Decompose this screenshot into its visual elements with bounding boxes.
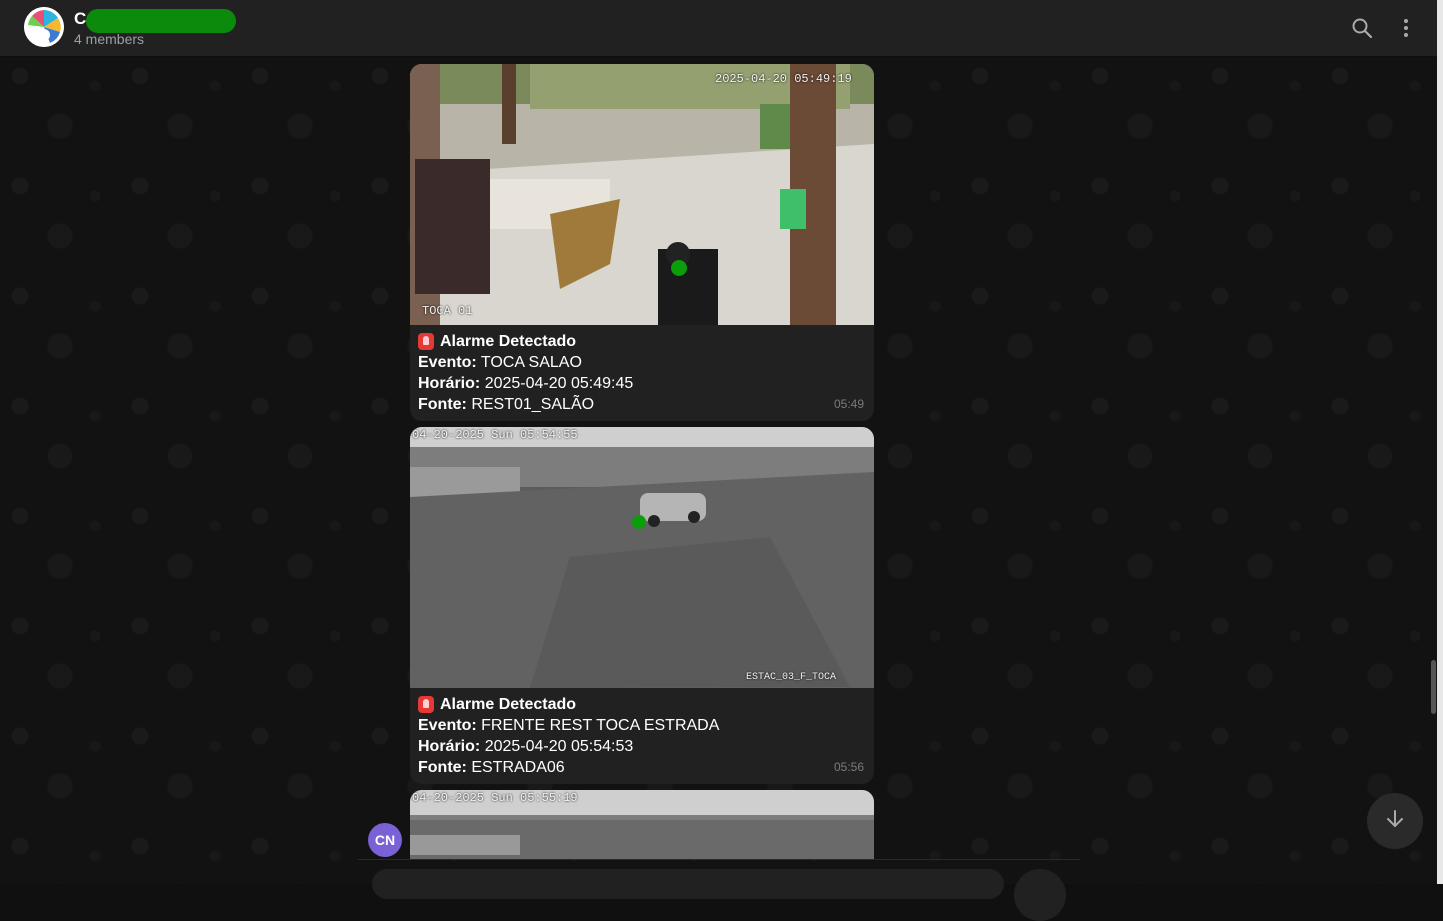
alarm-heading: Alarme Detectado bbox=[440, 696, 577, 713]
chat-title[interactable]: C bbox=[74, 9, 86, 29]
composer-divider bbox=[358, 859, 1080, 860]
arrow-down-icon bbox=[1384, 808, 1406, 835]
sender-avatar[interactable]: CN bbox=[368, 823, 402, 857]
alarm-heading: Alarme Detectado bbox=[440, 333, 577, 350]
event-value: TOCA SALAO bbox=[480, 354, 582, 371]
search-icon[interactable] bbox=[1348, 14, 1376, 42]
source-value: REST01_SALÃO bbox=[471, 396, 595, 413]
message-bubble[interactable]: 04-20-2025 Sun 05:55:19 bbox=[410, 790, 874, 860]
title-redaction bbox=[86, 9, 236, 33]
camera-timestamp: 04-20-2025 Sun 05:55:19 bbox=[412, 791, 578, 805]
siren-icon bbox=[418, 696, 434, 713]
event-value: FRENTE REST TOCA ESTRADA bbox=[481, 717, 720, 734]
message-bubble[interactable]: 2025-04-20 05:49:19 TOCA 01 Alarme Detec… bbox=[410, 64, 874, 421]
source-value: ESTRADA06 bbox=[471, 759, 565, 776]
time-label: Horário: bbox=[418, 375, 481, 392]
source-label: Fonte: bbox=[418, 396, 467, 413]
camera-label: ESTAC_03_F_TOCA bbox=[746, 672, 837, 683]
event-label: Evento: bbox=[418, 354, 477, 371]
chat-header[interactable]: C 4 members bbox=[0, 0, 1437, 57]
message-caption: Alarme Detectado Evento: FRENTE REST TOC… bbox=[410, 688, 874, 784]
event-label: Evento: bbox=[418, 717, 477, 734]
source-label: Fonte: bbox=[418, 759, 467, 776]
message-caption: Alarme Detectado Evento: TOCA SALAO Horá… bbox=[410, 325, 874, 421]
window-edge bbox=[1437, 0, 1443, 884]
camera-snapshot[interactable]: 2025-04-20 05:49:19 TOCA 01 bbox=[410, 64, 874, 325]
message-bubble[interactable]: 04-20-2025 Sun 05:54:55 ESTAC_03_F_TOCA … bbox=[410, 427, 874, 784]
time-value: 2025-04-20 05:54:53 bbox=[484, 738, 634, 755]
camera-snapshot[interactable]: 04-20-2025 Sun 05:55:19 bbox=[410, 790, 874, 860]
camera-label: TOCA 01 bbox=[422, 304, 473, 318]
siren-icon bbox=[418, 333, 434, 350]
time-label: Horário: bbox=[418, 738, 481, 755]
camera-snapshot[interactable]: 04-20-2025 Sun 05:54:55 ESTAC_03_F_TOCA bbox=[410, 427, 874, 688]
time-value: 2025-04-20 05:49:45 bbox=[484, 375, 634, 392]
scrollbar[interactable] bbox=[1431, 660, 1436, 714]
message-input[interactable] bbox=[372, 869, 1004, 899]
message-time: 05:49 bbox=[833, 397, 864, 411]
group-avatar[interactable] bbox=[24, 7, 64, 47]
member-count: 4 members bbox=[74, 31, 145, 47]
camera-timestamp: 04-20-2025 Sun 05:54:55 bbox=[412, 428, 578, 442]
more-vertical-icon[interactable] bbox=[1392, 14, 1420, 42]
scroll-down-button[interactable] bbox=[1367, 793, 1423, 849]
send-button[interactable] bbox=[1014, 869, 1066, 921]
camera-timestamp: 2025-04-20 05:49:19 bbox=[715, 72, 852, 86]
message-time: 05:56 bbox=[833, 760, 864, 774]
